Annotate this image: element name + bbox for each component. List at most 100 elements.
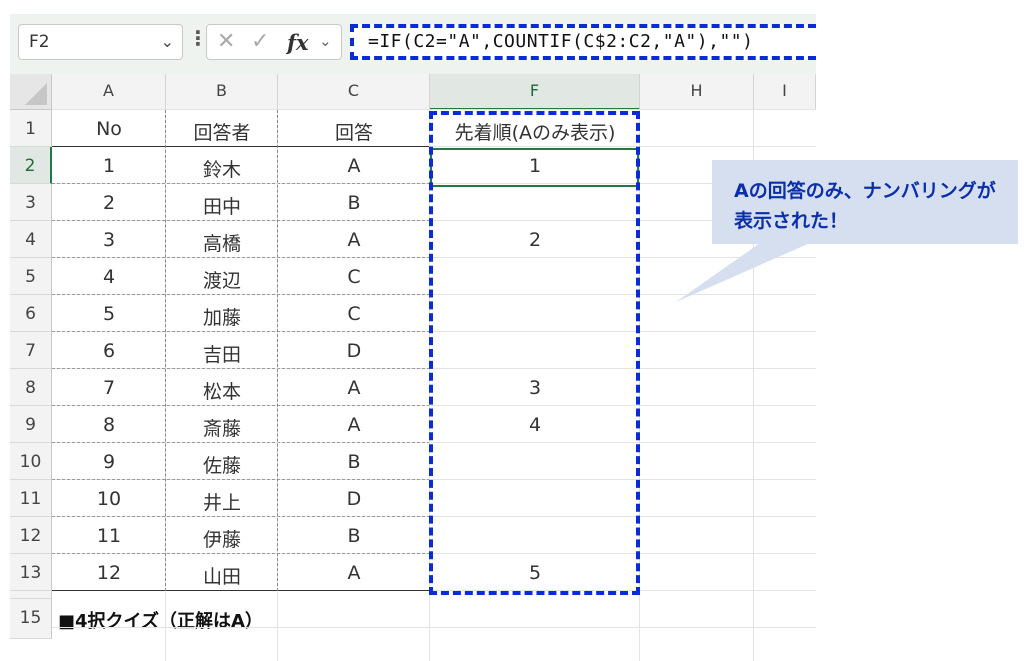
cell-answer[interactable]: D bbox=[278, 480, 430, 517]
cell-value: 11 bbox=[96, 525, 122, 547]
cell-answer[interactable]: A bbox=[278, 369, 430, 406]
cell-value: A bbox=[347, 229, 361, 251]
column-header-f[interactable]: F bbox=[430, 74, 640, 110]
cell-name[interactable]: 加藤 bbox=[166, 295, 278, 332]
cell-name[interactable]: 佐藤 bbox=[166, 443, 278, 480]
table-row-divider bbox=[52, 294, 430, 295]
cell-no[interactable]: 3 bbox=[52, 221, 166, 258]
row-header-2[interactable]: 2 bbox=[10, 147, 52, 184]
row-header-6[interactable]: 6 bbox=[10, 295, 52, 332]
highlight-outline-column-f bbox=[429, 111, 640, 595]
cell-answer[interactable]: C bbox=[278, 295, 430, 332]
cell-name[interactable]: 斎藤 bbox=[166, 406, 278, 443]
chevron-down-icon[interactable]: ⌄ bbox=[319, 32, 332, 50]
more-options-icon[interactable]: ⋮ bbox=[188, 26, 208, 50]
table-row-divider bbox=[52, 220, 430, 221]
cell-answer[interactable]: D bbox=[278, 332, 430, 369]
row-header-8[interactable]: 8 bbox=[10, 369, 52, 406]
table-row-divider bbox=[52, 516, 430, 517]
row-header-4[interactable]: 4 bbox=[10, 221, 52, 258]
column-header-b[interactable]: B bbox=[166, 74, 278, 110]
formula-input[interactable]: =IF(C2="A",COUNTIF(C$2:C2,"A"),"") bbox=[350, 24, 816, 60]
name-box[interactable]: F2 ⌄ bbox=[18, 24, 183, 60]
formula-controls: ✕ ✓ fx ⌄ bbox=[206, 24, 342, 60]
cell-no[interactable]: 12 bbox=[52, 554, 166, 591]
cell-value: 2 bbox=[102, 192, 116, 214]
cell-a15[interactable]: ■4択クイズ（正解はA） bbox=[58, 599, 263, 639]
table-row-divider bbox=[52, 331, 430, 332]
column-header-i[interactable]: I bbox=[754, 74, 816, 110]
cell-no[interactable]: 1 bbox=[52, 147, 166, 184]
enter-icon[interactable]: ✓ bbox=[251, 29, 269, 54]
cell-answer[interactable]: A bbox=[278, 406, 430, 443]
cell-name[interactable]: 山田 bbox=[166, 554, 278, 591]
cell-value: 佐藤 bbox=[202, 455, 241, 477]
cell-answer[interactable]: C bbox=[278, 258, 430, 295]
table-row-divider bbox=[52, 257, 430, 258]
header-cell-no[interactable]: No bbox=[52, 110, 166, 147]
row-header-15[interactable]: 15 bbox=[10, 599, 52, 639]
table-row-divider bbox=[52, 590, 430, 591]
row-number: 5 bbox=[25, 267, 36, 287]
cell-name[interactable]: 鈴木 bbox=[166, 147, 278, 184]
chevron-down-icon[interactable]: ⌄ bbox=[161, 32, 174, 51]
cell-answer[interactable]: A bbox=[278, 147, 430, 184]
cell-no[interactable]: 7 bbox=[52, 369, 166, 406]
cell-name[interactable]: 松本 bbox=[166, 369, 278, 406]
row-header-11[interactable]: 11 bbox=[10, 480, 52, 517]
cell-no[interactable]: 10 bbox=[52, 480, 166, 517]
callout-line-1: Aの回答のみ、ナンバリングが bbox=[734, 180, 996, 202]
select-all-corner[interactable] bbox=[10, 74, 52, 110]
cell-no[interactable]: 2 bbox=[52, 184, 166, 221]
cell-answer[interactable]: B bbox=[278, 184, 430, 221]
row-number: 15 bbox=[19, 608, 42, 628]
cell-value: 1 bbox=[102, 155, 116, 177]
row-header-12[interactable]: 12 bbox=[10, 517, 52, 554]
cell-name[interactable]: 渡辺 bbox=[166, 258, 278, 295]
row-header-5[interactable]: 5 bbox=[10, 258, 52, 295]
cell-answer[interactable]: A bbox=[278, 221, 430, 258]
row-header-10[interactable]: 10 bbox=[10, 443, 52, 480]
row-header-9[interactable]: 9 bbox=[10, 406, 52, 443]
cell-value: 加藤 bbox=[202, 307, 241, 329]
cell-value: A bbox=[347, 155, 361, 177]
table-row-divider bbox=[52, 146, 430, 147]
cell-no[interactable]: 8 bbox=[52, 406, 166, 443]
row-header-3[interactable]: 3 bbox=[10, 184, 52, 221]
cell-name[interactable]: 伊藤 bbox=[166, 517, 278, 554]
cell-name[interactable]: 田中 bbox=[166, 184, 278, 221]
cell-answer[interactable]: A bbox=[278, 554, 430, 591]
row-header-14[interactable]: 14 bbox=[10, 591, 52, 599]
column-header-c[interactable]: C bbox=[278, 74, 430, 110]
cell-value: B bbox=[347, 525, 361, 547]
cell-no[interactable]: 6 bbox=[52, 332, 166, 369]
cell-name[interactable]: 高橋 bbox=[166, 221, 278, 258]
column-header-h[interactable]: H bbox=[640, 74, 754, 110]
cell-no[interactable]: 9 bbox=[52, 443, 166, 480]
cell-no[interactable]: 5 bbox=[52, 295, 166, 332]
row-header-13[interactable]: 13 bbox=[10, 554, 52, 591]
cell-answer[interactable]: B bbox=[278, 443, 430, 480]
row-number: 12 bbox=[19, 526, 42, 546]
cell-name[interactable]: 吉田 bbox=[166, 332, 278, 369]
cell-value: 吉田 bbox=[202, 344, 241, 366]
cell-value: D bbox=[346, 340, 362, 362]
cancel-icon[interactable]: ✕ bbox=[217, 29, 235, 54]
cell-value: 高橋 bbox=[202, 233, 241, 255]
row-header-7[interactable]: 7 bbox=[10, 332, 52, 369]
cell-no[interactable]: 11 bbox=[52, 517, 166, 554]
row-header-1[interactable]: 1 bbox=[10, 110, 52, 147]
cell-name[interactable]: 井上 bbox=[166, 480, 278, 517]
insert-function-icon[interactable]: fx bbox=[287, 30, 309, 55]
row-number: 14 bbox=[10, 591, 51, 595]
row-number: 7 bbox=[25, 341, 36, 361]
header-cell-name[interactable]: 回答者 bbox=[166, 110, 278, 147]
header-cell-answer[interactable]: 回答 bbox=[278, 110, 430, 147]
cell-value: 7 bbox=[102, 377, 116, 399]
cell-answer[interactable]: B bbox=[278, 517, 430, 554]
row-number: 9 bbox=[25, 415, 36, 435]
cell-value: 斎藤 bbox=[202, 418, 241, 440]
column-header-a[interactable]: A bbox=[52, 74, 166, 110]
cell-no[interactable]: 4 bbox=[52, 258, 166, 295]
table-row-divider bbox=[52, 479, 430, 480]
